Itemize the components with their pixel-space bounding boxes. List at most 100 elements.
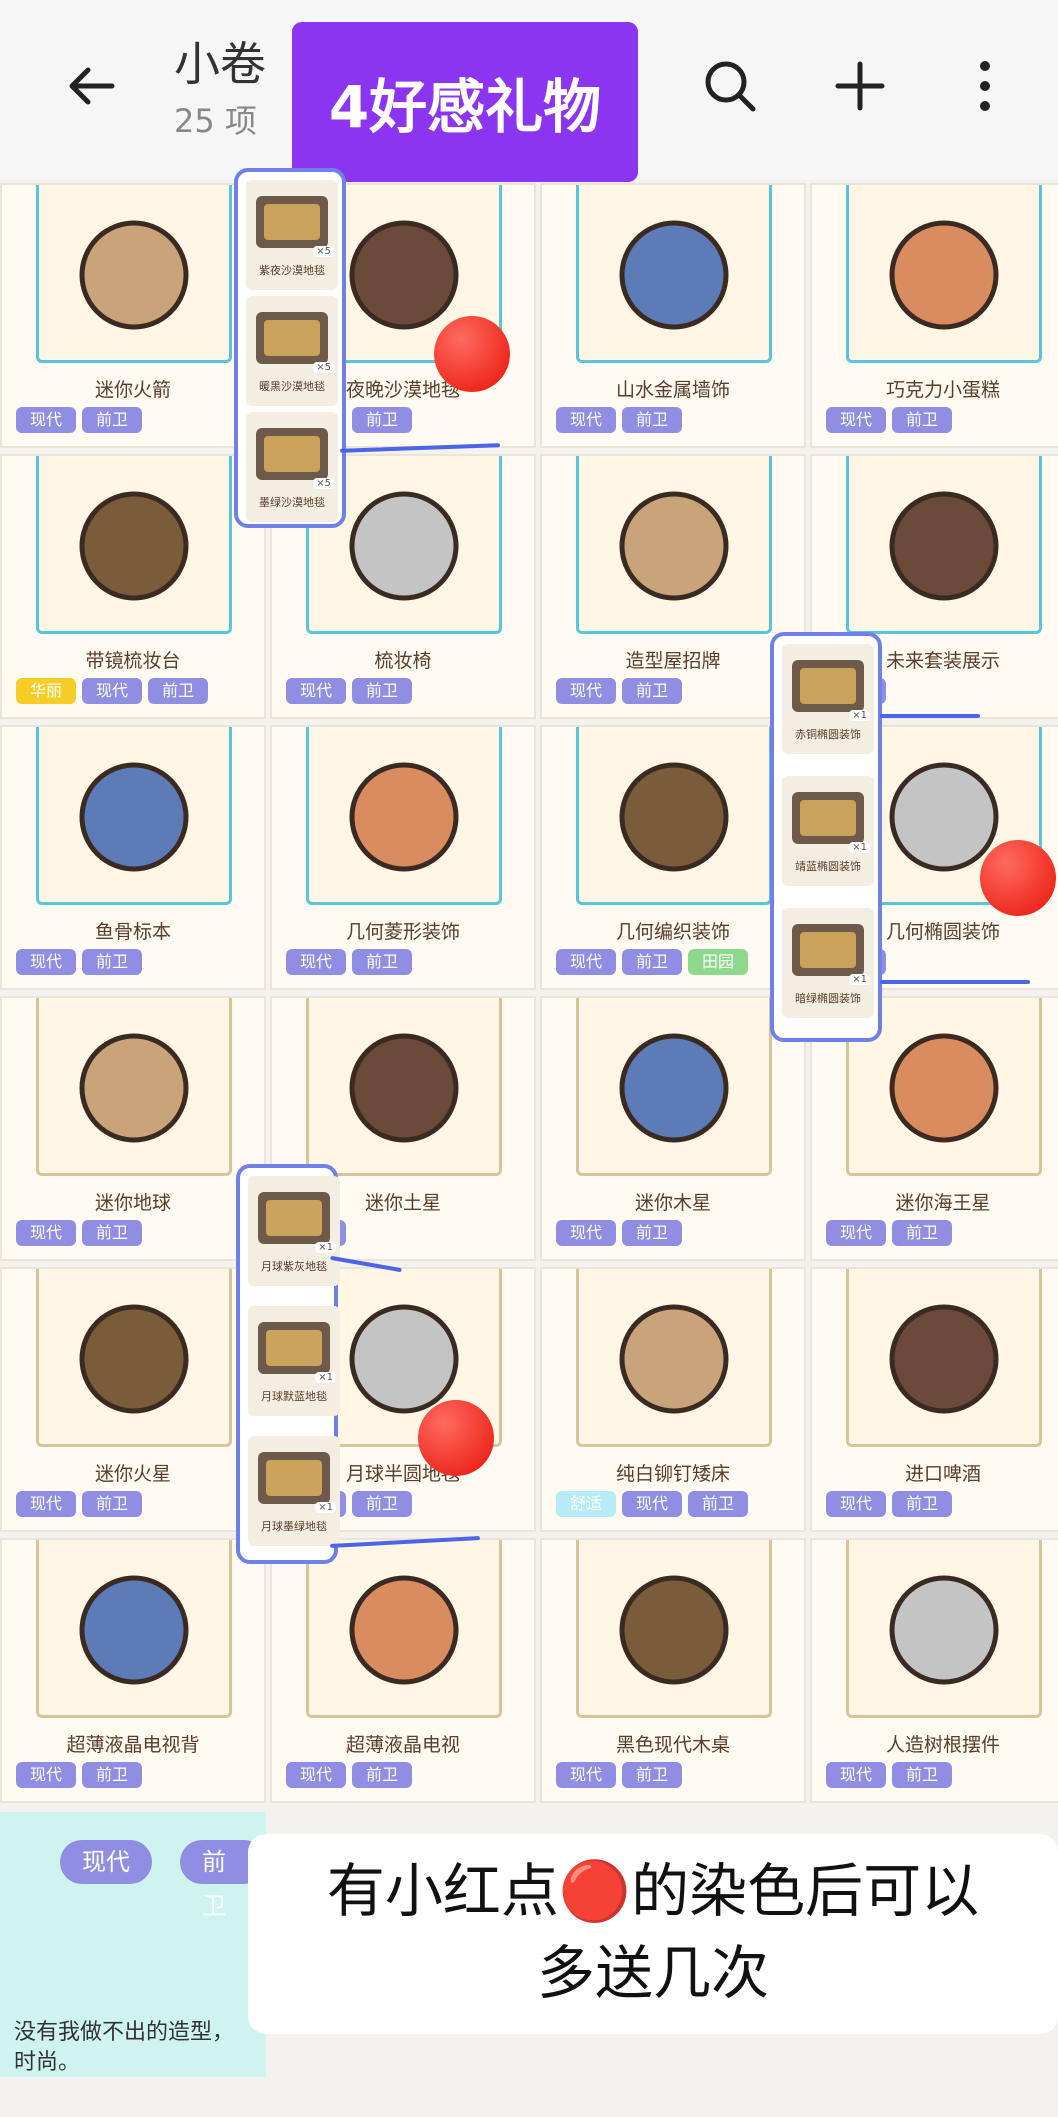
- tag-badge: 现代: [556, 678, 617, 704]
- tag-badge: 前卫: [352, 407, 413, 433]
- variant-item[interactable]: ×1 月球紫灰地毯: [248, 1176, 340, 1286]
- variant-item[interactable]: ×1 靖蓝椭圆装饰: [782, 776, 874, 886]
- item-name: 迷你火箭: [94, 379, 171, 401]
- item-tags: 现代前卫: [826, 1762, 953, 1788]
- variant-label: 紫夜沙漠地毯: [259, 264, 325, 277]
- item-card[interactable]: 迷你木星 现代 前卫: [540, 996, 806, 1261]
- item-thumbnail: [349, 762, 459, 872]
- tag-badge: 前卫: [352, 678, 413, 704]
- item-card[interactable]: 纯白铆钉矮床 舒适 现代 前卫: [540, 1267, 806, 1532]
- item-thumbnail: [619, 762, 729, 872]
- moon-variants-popup: ×1 月球紫灰地毯 ×1 月球默蓝地毯 ×1 月球墨绿地毯: [236, 1164, 340, 1564]
- item-card[interactable]: 超薄液晶电视背现代 前卫: [0, 1538, 266, 1803]
- item-thumbnail: [889, 220, 999, 330]
- variant-label: 靖蓝椭圆装饰: [795, 860, 861, 873]
- item-thumbnail: [619, 220, 729, 330]
- tag-badge: 现代: [286, 678, 347, 704]
- item-card[interactable]: 迷你火星 现代 前卫: [0, 1267, 266, 1532]
- note-line: 有小红点🔴的染色后可以: [326, 1857, 980, 1925]
- tag-badge: 前卫: [82, 407, 143, 433]
- album-count: 25 项: [174, 102, 257, 140]
- item-name: 造型屋招牌: [625, 650, 721, 672]
- item-card[interactable]: 人造树根摆件 现代 前卫: [810, 1538, 1058, 1803]
- item-card[interactable]: 黑色现代木桌 现代 前卫: [540, 1538, 806, 1803]
- item-card[interactable]: 山水金属墙饰现代 前卫: [540, 183, 806, 448]
- item-name: 超薄液晶电视背: [66, 1734, 200, 1756]
- item-card[interactable]: 迷你地球 现代 前卫: [0, 996, 266, 1261]
- tag-badge: 前卫: [892, 1220, 953, 1246]
- variant-qty: ×1: [849, 710, 870, 721]
- item-tags: 现代前卫: [16, 1491, 143, 1517]
- tag-badge: 现代: [622, 1491, 683, 1517]
- variant-qty: ×1: [315, 1372, 336, 1383]
- item-card[interactable]: 超薄液晶电视 现代 前卫: [270, 1538, 536, 1803]
- plus-icon[interactable]: [830, 56, 890, 116]
- item-thumbnail: [889, 1304, 999, 1414]
- item-card[interactable]: 巧克力小蛋糕现代 前卫: [810, 183, 1058, 448]
- item-card[interactable]: 几何菱形装饰现代 前卫: [270, 725, 536, 990]
- item-name: 巧克力小蛋糕: [885, 379, 1000, 401]
- item-tags: 现代前卫: [826, 407, 953, 433]
- variant-item[interactable]: ×5 暖黑沙漠地毯: [246, 296, 338, 406]
- variant-item[interactable]: ×1 月球墨绿地毯: [248, 1436, 340, 1546]
- item-name: 迷你海王星: [895, 1192, 991, 1214]
- item-tags: 现代 前卫 田园: [556, 949, 749, 975]
- variant-item[interactable]: ×1 暗绿椭圆装饰: [782, 908, 874, 1018]
- item-name: 进口啤酒: [904, 1463, 981, 1485]
- item-tags: 现代前卫: [286, 949, 413, 975]
- variant-qty: ×5: [313, 362, 334, 373]
- item-card[interactable]: 带镜梳妆台 华丽 现代 前卫: [0, 454, 266, 719]
- item-card[interactable]: 造型屋招牌 现代 前卫: [540, 454, 806, 719]
- item-thumbnail: [889, 1033, 999, 1143]
- item-name: 鱼骨标本: [94, 921, 171, 943]
- variant-item[interactable]: ×1 赤铜椭圆装饰: [782, 644, 874, 754]
- variant-item[interactable]: ×5 紫夜沙漠地毯: [246, 180, 338, 290]
- item-card[interactable]: 进口啤酒 现代 前卫: [810, 1267, 1058, 1532]
- variant-qty: ×1: [315, 1242, 336, 1253]
- variant-item[interactable]: ×1 月球默蓝地毯: [248, 1306, 340, 1416]
- variant-label: 月球墨绿地毯: [261, 1520, 327, 1533]
- tag-badge: 现代: [16, 949, 77, 975]
- red-dot-marker: [418, 1400, 494, 1476]
- tag-badge: 前卫: [352, 949, 413, 975]
- variant-label: 墨绿沙漠地毯: [259, 496, 325, 509]
- tag-badge: 前卫: [82, 1491, 143, 1517]
- slogan-line: 时尚。: [14, 2050, 81, 2075]
- tag-badge: 田园: [688, 949, 749, 975]
- slogan-line: 没有我做不出的造型，: [14, 2020, 235, 2045]
- tag-badge: 前卫: [82, 949, 143, 975]
- item-card[interactable]: 鱼骨标本 现代 前卫: [0, 725, 266, 990]
- red-dot-marker: [980, 840, 1056, 916]
- tag-badge: 华丽: [16, 678, 77, 704]
- item-name: 带镜梳妆台: [85, 650, 181, 672]
- more-vertical-icon[interactable]: [955, 56, 1015, 116]
- variant-label: 月球紫灰地毯: [261, 1260, 327, 1273]
- item-thumbnail: [79, 1304, 189, 1414]
- item-thumbnail: [79, 220, 189, 330]
- item-thumbnail: [79, 1033, 189, 1143]
- item-tags: 现代前卫: [16, 1220, 143, 1246]
- item-thumbnail: [79, 491, 189, 601]
- tag-badge: 前卫: [892, 1491, 953, 1517]
- item-tags: 现代前卫: [16, 1762, 143, 1788]
- tag-modern: 现代: [60, 1840, 152, 1884]
- variant-item[interactable]: ×5 墨绿沙漠地毯: [246, 412, 338, 522]
- item-name: 山水金属墙饰: [615, 379, 730, 401]
- back-arrow-icon[interactable]: [62, 56, 122, 116]
- item-tags: 现代前卫: [556, 407, 683, 433]
- tag-badge: 前卫: [622, 1762, 683, 1788]
- item-tags: 现代前卫: [826, 1491, 953, 1517]
- variant-qty: ×5: [313, 246, 334, 257]
- item-card[interactable]: 几何编织装饰 现代 前卫 田园: [540, 725, 806, 990]
- tag-badge: 现代: [16, 407, 77, 433]
- tag-badge: 现代: [826, 1491, 887, 1517]
- item-thumbnail: [349, 1575, 459, 1685]
- search-icon[interactable]: [700, 56, 760, 116]
- variant-qty: ×1: [849, 842, 870, 853]
- tag-badge: 前卫: [352, 1491, 413, 1517]
- item-card[interactable]: 迷你火箭 现代 前卫: [0, 183, 266, 448]
- item-name: 几何菱形装饰: [345, 921, 460, 943]
- item-thumbnail: [349, 1033, 459, 1143]
- tag-badge: 现代: [556, 1762, 617, 1788]
- item-tags: 现代前卫: [826, 1220, 953, 1246]
